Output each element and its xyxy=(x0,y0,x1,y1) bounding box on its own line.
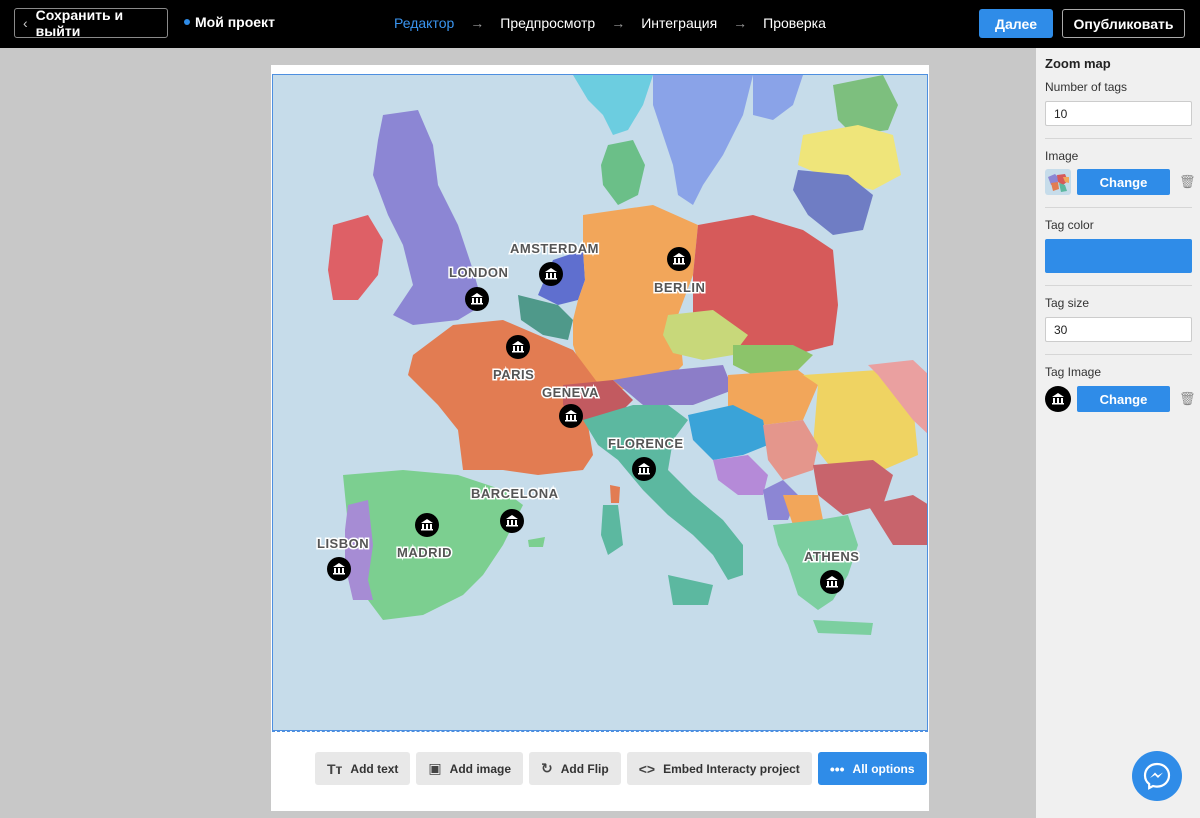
map-image-thumbnail xyxy=(1045,169,1071,195)
save-and-exit-button[interactable]: ‹ Сохранить и выйти xyxy=(14,7,168,39)
step-integration[interactable]: Интеграция xyxy=(641,15,717,31)
block-toolbar: Tт Add text ▣ Add image ↻ Add Flip <> Em… xyxy=(315,752,927,785)
city-label-geneva: GENEVA xyxy=(542,385,599,400)
step-editor[interactable]: Редактор xyxy=(394,15,454,31)
code-icon: <> xyxy=(638,760,656,777)
tag-image-preview xyxy=(1045,386,1071,412)
tag-image-label: Tag Image xyxy=(1045,365,1102,379)
city-label-florence: FLORENCE xyxy=(608,436,684,451)
city-label-lisbon: LISBON xyxy=(317,536,369,551)
messenger-icon xyxy=(1143,762,1171,790)
step-preview[interactable]: Предпросмотр xyxy=(500,15,595,31)
more-dots-icon: ••• xyxy=(829,760,845,777)
delete-tag-image-icon[interactable]: 🗑 xyxy=(1179,391,1196,407)
project-name-label: Мой проект xyxy=(195,14,275,30)
europe-map: AMSTERDAM LONDON BERLIN PARIS GENEVA FLO… xyxy=(316,75,927,635)
chevron-left-icon: ‹ xyxy=(23,15,28,31)
arrow-right-icon: → xyxy=(470,15,485,31)
embed-project-button[interactable]: <> Embed Interacty project xyxy=(626,752,812,785)
map-tag-berlin[interactable] xyxy=(667,247,691,271)
arrow-right-icon: → xyxy=(611,15,626,31)
arrow-right-icon: → xyxy=(733,15,748,31)
map-tag-athens[interactable] xyxy=(820,570,844,594)
save-and-exit-label: Сохранить и выйти xyxy=(35,7,124,39)
publish-button[interactable]: Опубликовать xyxy=(1062,9,1185,38)
city-label-athens: ATHENS xyxy=(804,549,859,564)
selection-border-bottom xyxy=(272,731,928,732)
all-options-button[interactable]: ••• All options xyxy=(817,752,927,785)
map-tag-lisbon[interactable] xyxy=(327,557,351,581)
city-label-barcelona: BARCELONA xyxy=(471,486,559,501)
all-options-label: All options xyxy=(852,761,915,776)
flip-icon: ↻ xyxy=(541,760,553,776)
tag-size-label: Tag size xyxy=(1045,296,1090,310)
tag-color-swatch[interactable] xyxy=(1045,239,1192,273)
messenger-chat-button[interactable] xyxy=(1132,751,1182,801)
map-tag-barcelona[interactable] xyxy=(500,509,524,533)
zoom-map[interactable]: AMSTERDAM LONDON BERLIN PARIS GENEVA FLO… xyxy=(272,74,928,731)
map-tag-florence[interactable] xyxy=(632,457,656,481)
project-name[interactable]: Мой проект xyxy=(184,14,275,30)
top-bar: ‹ Сохранить и выйти Мой проект Редактор … xyxy=(0,0,1200,48)
add-image-button[interactable]: ▣ Add image xyxy=(416,752,523,785)
city-label-paris: PARIS xyxy=(493,367,534,382)
panel-title: Zoom map xyxy=(1045,56,1111,71)
map-tag-geneva[interactable] xyxy=(559,404,583,428)
add-flip-button[interactable]: ↻ Add Flip xyxy=(529,752,621,785)
change-tag-image-button[interactable]: Change xyxy=(1077,386,1170,412)
map-tag-london[interactable] xyxy=(465,287,489,311)
image-icon: ▣ xyxy=(428,760,442,776)
delete-image-icon[interactable]: 🗑 xyxy=(1179,174,1196,190)
image-label: Image xyxy=(1045,149,1079,163)
number-of-tags-input[interactable]: 10 xyxy=(1045,101,1192,126)
next-button[interactable]: Далее xyxy=(979,9,1053,38)
tag-size-input[interactable]: 30 xyxy=(1045,317,1192,342)
add-text-button[interactable]: Tт Add text xyxy=(315,752,411,785)
step-review[interactable]: Проверка xyxy=(763,15,826,31)
city-label-madrid: MADRID xyxy=(397,545,452,560)
add-flip-label: Add Flip xyxy=(560,761,609,776)
map-tag-amsterdam[interactable] xyxy=(539,262,563,286)
add-text-label: Add text xyxy=(350,761,399,776)
editor-canvas: AMSTERDAM LONDON BERLIN PARIS GENEVA FLO… xyxy=(271,65,929,811)
divider xyxy=(1045,207,1192,208)
museum-icon xyxy=(1052,393,1064,405)
divider xyxy=(1045,354,1192,355)
tag-color-label: Tag color xyxy=(1045,218,1094,232)
change-image-button[interactable]: Change xyxy=(1077,169,1170,195)
add-image-label: Add image xyxy=(449,761,511,776)
city-label-london: LONDON xyxy=(449,265,508,280)
city-label-berlin: BERLIN xyxy=(654,280,705,295)
divider xyxy=(1045,285,1192,286)
map-tag-madrid[interactable] xyxy=(415,513,439,537)
city-label-amsterdam: AMSTERDAM xyxy=(510,241,599,256)
settings-panel: Zoom map Number of tags 10 Image Change … xyxy=(1036,48,1200,818)
text-icon: Tт xyxy=(327,760,343,777)
status-dot-icon xyxy=(184,19,190,25)
step-navigation: Редактор → Предпросмотр → Интеграция → П… xyxy=(394,15,826,31)
map-tag-paris[interactable] xyxy=(506,335,530,359)
number-of-tags-label: Number of tags xyxy=(1045,80,1128,94)
embed-project-label: Embed Interacty project xyxy=(663,761,800,776)
selection-border-top xyxy=(272,74,928,75)
divider xyxy=(1045,138,1192,139)
